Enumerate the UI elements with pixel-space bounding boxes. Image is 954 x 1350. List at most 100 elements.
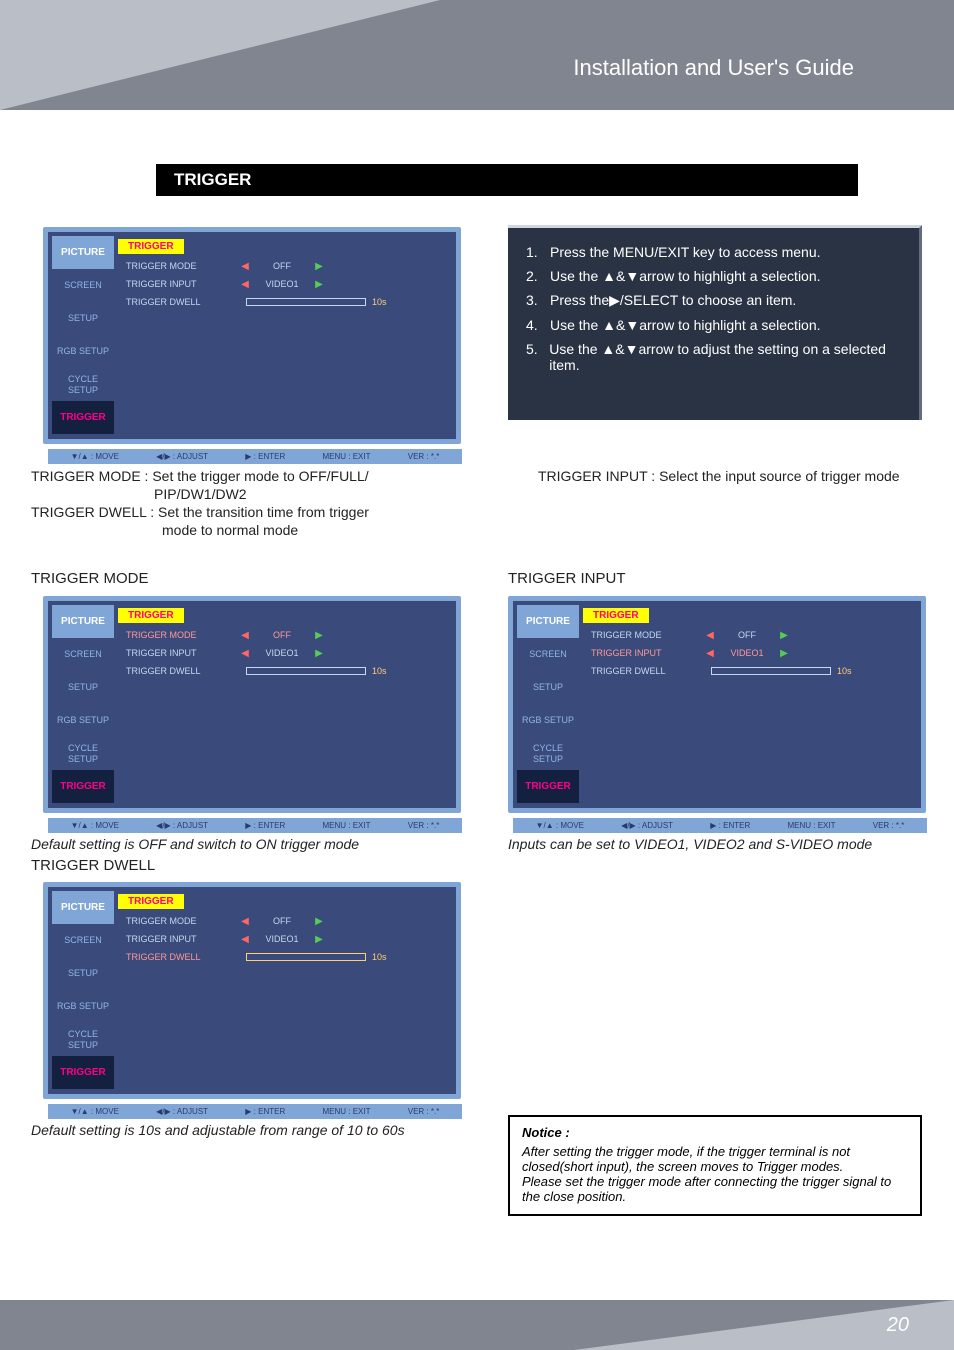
osd-tab: SCREEN	[52, 638, 114, 671]
helpbar-item: VER : *.*	[408, 1107, 440, 1116]
osd-tabs: PICTURE SCREEN SETUP RGB SETUP CYCLE SET…	[52, 891, 114, 1090]
item-text: Use the ▲&▼arrow to highlight a selectio…	[550, 317, 821, 333]
osd-tab-active: TRIGGER	[52, 1056, 114, 1089]
item-num: 3.	[526, 292, 544, 309]
osd-tab: SETUP	[52, 957, 114, 990]
notice-box: Notice : After setting the trigger mode,…	[508, 1115, 922, 1216]
osd-dwell-bar	[246, 953, 366, 961]
osd-row-mode: TRIGGER MODE ◀ OFF ▶	[118, 260, 452, 272]
header-title: Installation and User's Guide	[573, 55, 854, 81]
osd-tab: RGB SETUP	[52, 990, 114, 1023]
osd-row-input: TRIGGER INPUT ◀ VIDEO1 ▶	[118, 933, 452, 945]
instructions-box: 1. Press the MENU/EXIT key to access menu…	[508, 225, 922, 420]
helpbar-item: VER : *.*	[408, 821, 440, 830]
helpbar-item: ▼/▲ : MOVE	[71, 452, 119, 461]
helpbar-item: ▼/▲ : MOVE	[536, 821, 584, 830]
header-triangle	[0, 0, 440, 110]
osd-row-dwell: TRIGGER DWELL 10s	[583, 665, 917, 677]
osd-dwell-bar	[711, 667, 831, 675]
osd-tab: SETUP	[52, 302, 114, 335]
helpbar-item: ▼/▲ : MOVE	[71, 821, 119, 830]
left-arrow-icon: ◀	[238, 261, 252, 272]
osd-helpbar: ▼/▲ : MOVE ◀/▶ : ADJUST ▶ : ENTER MENU :…	[48, 1104, 462, 1119]
caption-dwell: Default setting is 10s and adjustable fr…	[31, 1122, 405, 1138]
osd-helpbar: ▼/▲ : MOVE ◀/▶ : ADJUST ▶ : ENTER MENU :…	[513, 818, 927, 833]
helpbar-item: ◀/▶ : ADJUST	[156, 821, 208, 830]
osd-body: TRIGGER TRIGGER MODE ◀ OFF ▶ TRIGGER INP…	[118, 236, 452, 435]
osd-tab: CYCLE SETUP	[52, 1023, 114, 1056]
osd-heading: TRIGGER	[118, 894, 184, 909]
osd-row-value: VIDEO1	[252, 934, 312, 944]
osd-row-label: TRIGGER DWELL	[118, 952, 238, 962]
left-arrow-icon: ◀	[238, 934, 252, 945]
osd-row-mode: TRIGGER MODE ◀ OFF ▶	[118, 915, 452, 927]
left-arrow-icon: ◀	[703, 630, 717, 641]
right-arrow-icon: ▶	[312, 261, 326, 272]
osd-screenshot-dwell: PICTURE SCREEN SETUP RGB SETUP CYCLE SET…	[43, 882, 461, 1099]
osd-helpbar: ▼/▲ : MOVE ◀/▶ : ADJUST ▶ : ENTER MENU :…	[48, 818, 462, 833]
helpbar-item: MENU : EXIT	[322, 452, 370, 461]
item-num: 1.	[526, 244, 544, 260]
helpbar-item: VER : *.*	[873, 821, 905, 830]
subtitle-mode: TRIGGER MODE	[31, 570, 149, 587]
osd-row-value: OFF	[252, 630, 312, 640]
page-header: Installation and User's Guide	[0, 0, 954, 110]
osd-tab: PICTURE	[52, 605, 114, 638]
osd-row-dwell-selected: TRIGGER DWELL 10s	[118, 951, 452, 963]
osd-row-input-selected: TRIGGER INPUT ◀ VIDEO1 ▶	[583, 647, 917, 659]
helpbar-item: ▼/▲ : MOVE	[71, 1107, 119, 1116]
item-text: Use the ▲&▼arrow to adjust the setting o…	[549, 341, 905, 373]
osd-helpbar: ▼/▲ : MOVE ◀/▶ : ADJUST ▶ : ENTER MENU :…	[48, 449, 462, 464]
osd-tab: SCREEN	[517, 638, 579, 671]
osd-tab-active: TRIGGER	[52, 401, 114, 434]
instruction-item: 1. Press the MENU/EXIT key to access menu…	[526, 244, 905, 260]
item-text: Press the▶/SELECT to choose an item.	[550, 292, 796, 309]
instruction-item: 3. Press the▶/SELECT to choose an item.	[526, 292, 905, 309]
helpbar-item: ◀/▶ : ADJUST	[156, 452, 208, 461]
caption-input: Inputs can be set to VIDEO1, VIDEO2 and …	[508, 836, 872, 852]
right-arrow-icon: ▶	[312, 916, 326, 927]
osd-row-value: VIDEO1	[252, 648, 312, 658]
osd-row-input: TRIGGER INPUT ◀ VIDEO1 ▶	[118, 278, 452, 290]
osd-row-label: TRIGGER INPUT	[583, 648, 703, 658]
left-arrow-icon: ◀	[703, 648, 717, 659]
osd-dwell-value: 10s	[372, 952, 387, 962]
osd-tab: CYCLE SETUP	[52, 737, 114, 770]
osd-row-value: VIDEO1	[717, 648, 777, 658]
left-arrow-icon: ◀	[238, 916, 252, 927]
helpbar-item: ▶ : ENTER	[245, 1107, 285, 1116]
item-num: 5.	[526, 341, 543, 373]
left-arrow-icon: ◀	[238, 630, 252, 641]
osd-heading: TRIGGER	[583, 608, 649, 623]
osd-tabs: PICTURE SCREEN SETUP RGB SETUP CYCLE SET…	[52, 605, 114, 804]
osd-dwell-bar	[246, 667, 366, 675]
osd-row-label: TRIGGER MODE	[583, 630, 703, 640]
helpbar-item: ▶ : ENTER	[245, 821, 285, 830]
helpbar-item: MENU : EXIT	[322, 1107, 370, 1116]
osd-screenshot-mode: PICTURE SCREEN SETUP RGB SETUP CYCLE SET…	[43, 596, 461, 813]
item-text: Press the MENU/EXIT key to access menu.	[550, 244, 821, 260]
explain-mode: TRIGGER MODE : Set the trigger mode to O…	[31, 468, 369, 484]
right-arrow-icon: ▶	[312, 279, 326, 290]
osd-dwell-value: 10s	[372, 666, 387, 676]
osd-tab: SETUP	[517, 671, 579, 704]
osd-tab-active: TRIGGER	[517, 770, 579, 803]
right-arrow-icon: ▶	[777, 630, 791, 641]
osd-body: TRIGGER TRIGGER MODE ◀ OFF ▶ TRIGGER INP…	[118, 605, 452, 804]
osd-tab: CYCLE SETUP	[52, 368, 114, 401]
instruction-item: 5.Use the ▲&▼arrow to adjust the setting…	[526, 341, 905, 373]
osd-row-label: TRIGGER DWELL	[118, 666, 238, 676]
helpbar-item: VER : *.*	[408, 452, 440, 461]
right-arrow-icon: ▶	[312, 934, 326, 945]
osd-row-label: TRIGGER INPUT	[118, 934, 238, 944]
osd-dwell-value: 10s	[837, 666, 852, 676]
osd-row-label: TRIGGER DWELL	[118, 297, 238, 307]
osd-row-mode-selected: TRIGGER MODE ◀ OFF ▶	[118, 629, 452, 641]
osd-row-value: OFF	[252, 916, 312, 926]
osd-row-input: TRIGGER INPUT ◀ VIDEO1 ▶	[118, 647, 452, 659]
osd-row-dwell: TRIGGER DWELL 10s	[118, 296, 452, 308]
osd-tab: PICTURE	[517, 605, 579, 638]
helpbar-item: ◀/▶ : ADJUST	[621, 821, 673, 830]
helpbar-item: MENU : EXIT	[322, 821, 370, 830]
osd-row-dwell: TRIGGER DWELL 10s	[118, 665, 452, 677]
